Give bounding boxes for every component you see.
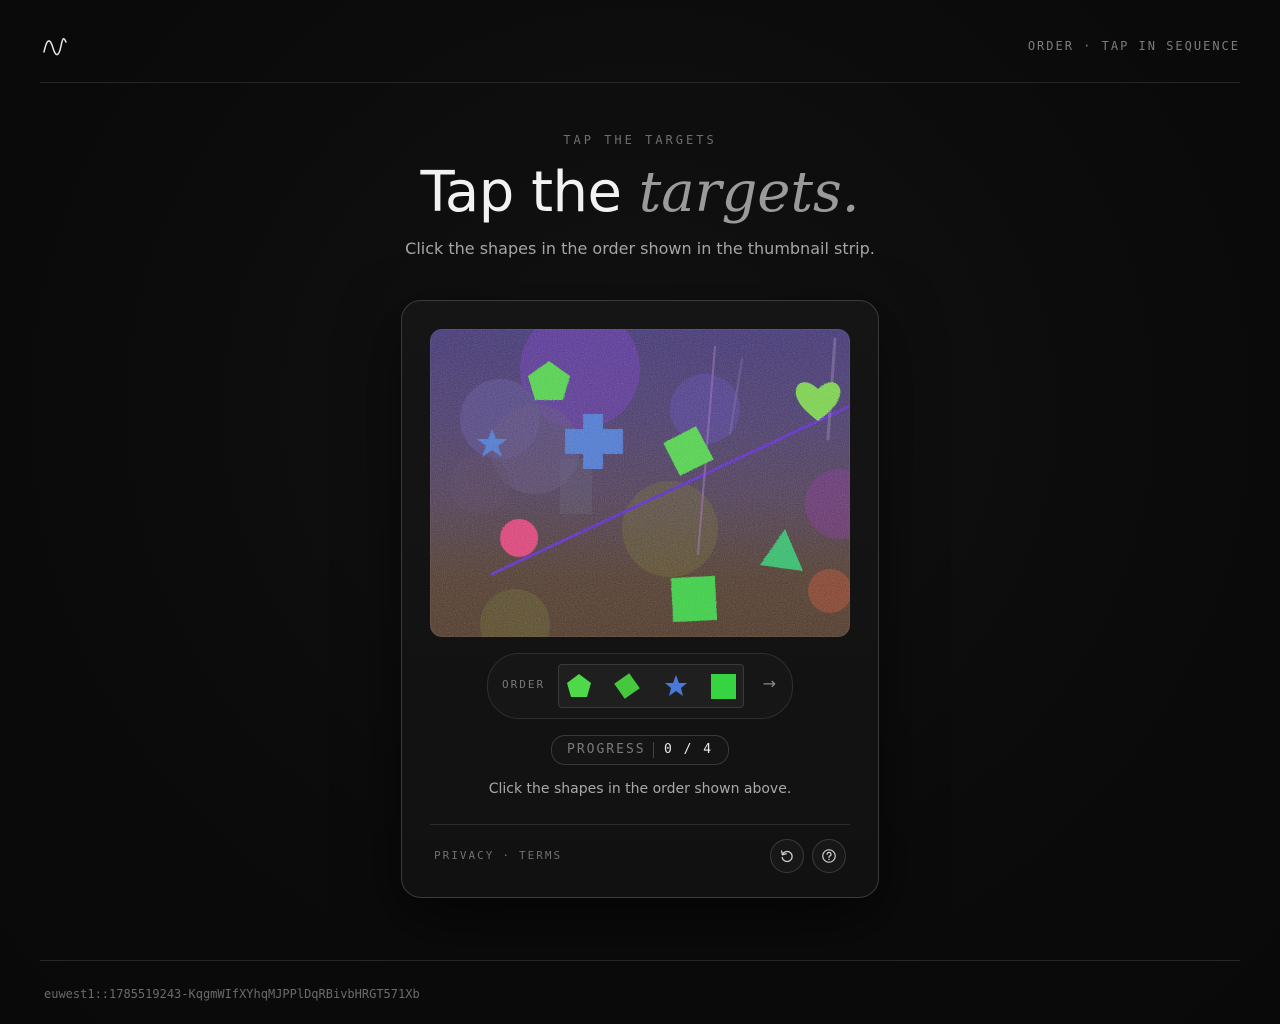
privacy-link[interactable]: PRIVACY — [434, 849, 494, 862]
canvas-scene — [430, 329, 850, 637]
captcha-page: ORDER · TAP IN SEQUENCE TAP THE TARGETS … — [0, 0, 1280, 1024]
progress-divider — [653, 742, 654, 758]
order-label: ORDER — [502, 678, 546, 691]
card-footer: PRIVACY · TERMS — [430, 824, 850, 898]
thumb-diamond-icon — [614, 673, 640, 699]
session-id: euwest1::1785519243-KqgmWIfXYhqMJPPlDqRB… — [44, 987, 420, 1001]
terms-link[interactable]: TERMS — [519, 849, 562, 862]
instruction-text: Click the shapes in the order shown abov… — [488, 781, 792, 797]
wave-logo-icon — [43, 38, 67, 56]
page-title: Tap the targets. — [0, 158, 1280, 228]
thumb-pentagon-icon — [567, 674, 591, 697]
order-thumbnails — [558, 664, 744, 708]
challenge-canvas[interactable] — [430, 329, 850, 637]
progress-label: PROGRESS — [567, 742, 646, 757]
page-title-accent: targets. — [638, 160, 860, 225]
top-bar: ORDER · TAP IN SEQUENCE — [40, 0, 1240, 83]
thumb-square-icon — [711, 674, 736, 699]
eyebrow: TAP THE TARGETS — [563, 133, 717, 147]
page-subtitle: Click the shapes in the order shown in t… — [405, 239, 875, 258]
bottom-divider — [40, 960, 1240, 961]
order-next-arrow-icon[interactable]: → — [763, 674, 776, 693]
progress-value: 0 / 4 — [664, 742, 714, 757]
order-strip: ORDER → — [487, 653, 793, 719]
reload-button[interactable] — [770, 839, 804, 873]
help-button[interactable] — [812, 839, 846, 873]
reload-icon — [780, 850, 793, 863]
link-separator: · — [502, 849, 511, 862]
canvas-grain — [430, 329, 850, 637]
legal-links: PRIVACY · TERMS — [434, 849, 562, 862]
progress-indicator: PROGRESS 0 / 4 — [551, 735, 729, 765]
help-icon — [822, 849, 836, 863]
header-meta: ORDER · TAP IN SEQUENCE — [1027, 39, 1240, 53]
challenge-card: ORDER → PROGRESS 0 / 4 Click the shapes … — [401, 300, 879, 898]
thumb-star-icon — [665, 675, 687, 696]
page-title-main: Tap the — [420, 160, 639, 225]
